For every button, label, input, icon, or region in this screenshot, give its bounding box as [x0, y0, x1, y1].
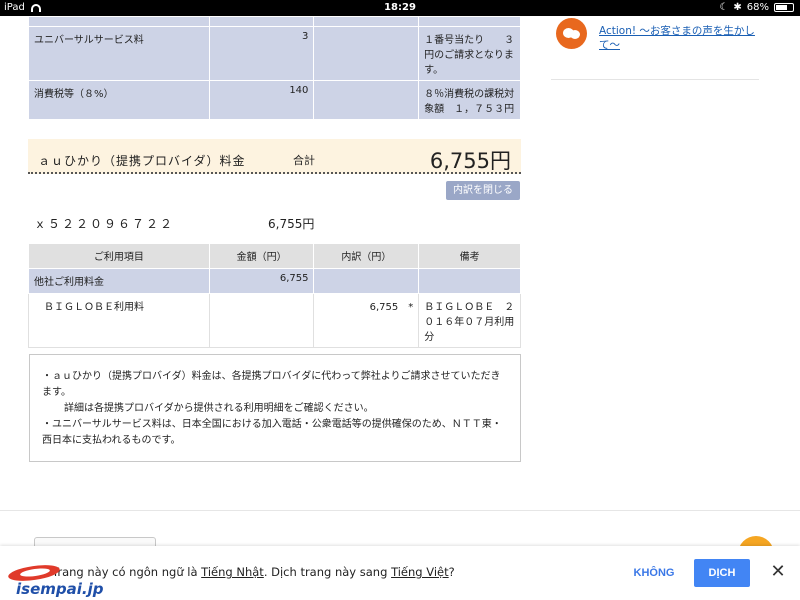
- battery-icon: [774, 3, 794, 12]
- row-item: ユニバーサルサービス料: [28, 26, 210, 81]
- header-item: ご利用項目: [28, 243, 210, 269]
- charges-table-top: ユニバーサルサービス料 3 １番号当たり ３円のご請求となります。 消費税等（８…: [28, 16, 521, 120]
- table-row: [28, 16, 521, 27]
- chat-bubbles-icon[interactable]: [556, 18, 587, 49]
- total-label: ａｕひかり（提携プロバイダ）料金: [38, 154, 246, 168]
- row-amount: [208, 293, 315, 348]
- note-text: ・ユニバーサルサービス料は、日本全国における加入電話・公衆電話等の提供確保のため…: [42, 419, 502, 446]
- row-item: 消費税等（８%）: [28, 80, 210, 120]
- moon-icon: ☾: [719, 2, 729, 13]
- table-header-row: ご利用項目 金額（円） 内訳（円） 備考: [28, 243, 521, 269]
- battery-percent: 68%: [746, 2, 769, 13]
- divider: [0, 510, 800, 511]
- status-right: ☾ ✱ 68%: [719, 2, 794, 13]
- row-note: ８％消費税の課税対象額 １，７５３円: [418, 80, 521, 120]
- account-amount: 6,755円: [268, 217, 315, 231]
- close-breakdown-button[interactable]: 内訳を閉じる: [446, 181, 520, 200]
- header-note: 備考: [418, 243, 521, 269]
- translate-button[interactable]: DỊCH: [694, 559, 750, 587]
- row-note: ＢＩＧＬＯＢＥ ２０１６年０７月利用分: [418, 293, 521, 348]
- row-breakdown: [313, 26, 420, 81]
- header-amount: 金額（円）: [208, 243, 315, 269]
- translate-msg-suffix: ?: [448, 565, 455, 579]
- row-breakdown: [313, 80, 420, 120]
- row-item: ＢＩＧＬＯＢＥ利用料: [28, 293, 210, 348]
- table-row: ユニバーサルサービス料 3 １番号当たり ３円のご請求となります。: [28, 26, 521, 81]
- total-row: ａｕひかり（提携プロバイダ）料金 合計 6,755円: [28, 139, 521, 174]
- note-text: ・ａｕひかり（提携プロバイダ）料金は、各提携プロバイダに代わって弊社よりご請求さ…: [42, 371, 501, 398]
- detail-table: ご利用項目 金額（円） 内訳（円） 備考 他社ご利用料金 6,755 ＢＩＧＬＯ…: [28, 243, 521, 348]
- notes-box: ・ａｕひかり（提携プロバイダ）料金は、各提携プロバイダに代わって弊社よりご請求さ…: [29, 354, 521, 462]
- divider: [551, 79, 759, 80]
- row-amount: 3: [208, 26, 315, 81]
- row-amount: 140: [208, 80, 315, 120]
- note-text: 詳細は各提携プロバイダから提供される利用明細をご確認ください。: [64, 403, 374, 414]
- row-item: 他社ご利用料金: [28, 268, 210, 294]
- bluetooth-icon: ✱: [733, 2, 742, 13]
- account-id: ｘ５２２０９６７２２: [34, 217, 175, 231]
- row-note: １番号当たり ３円のご請求となります。: [418, 26, 521, 81]
- row-note: [418, 268, 521, 294]
- translate-msg-middle: . Dịch trang này sang: [263, 565, 392, 579]
- total-sum-label: 合計: [293, 154, 315, 167]
- table-row: ＢＩＧＬＯＢＥ利用料 6,755 * ＢＩＧＬＯＢＥ ２０１６年０７月利用分: [28, 293, 521, 348]
- target-language[interactable]: Tiếng Việt: [391, 565, 449, 579]
- battery-fill: [776, 5, 787, 10]
- row-breakdown: 6,755 *: [313, 293, 420, 348]
- watermark-text: isempai.jp: [16, 580, 104, 598]
- header-breakdown: 内訳（円）: [313, 243, 420, 269]
- decline-translate-button[interactable]: KHÔNG: [628, 559, 680, 587]
- close-icon[interactable]: ✕: [768, 561, 788, 583]
- row-amount: 6,755: [208, 268, 315, 294]
- table-row: 他社ご利用料金 6,755: [28, 268, 521, 294]
- status-bar: iPad 18:29 ☾ ✱ 68%: [0, 0, 800, 16]
- source-language: Tiếng Nhật: [201, 565, 264, 579]
- total-amount: 6,755円: [429, 149, 511, 173]
- action-link[interactable]: Action! ～お客さまの声を生かして～: [599, 24, 759, 52]
- row-breakdown: [313, 268, 420, 294]
- status-time: 18:29: [384, 2, 416, 13]
- watermark-logo: isempai.jp: [2, 560, 142, 600]
- table-row: 消費税等（８%） 140 ８％消費税の課税対象額 １，７５３円: [28, 80, 521, 120]
